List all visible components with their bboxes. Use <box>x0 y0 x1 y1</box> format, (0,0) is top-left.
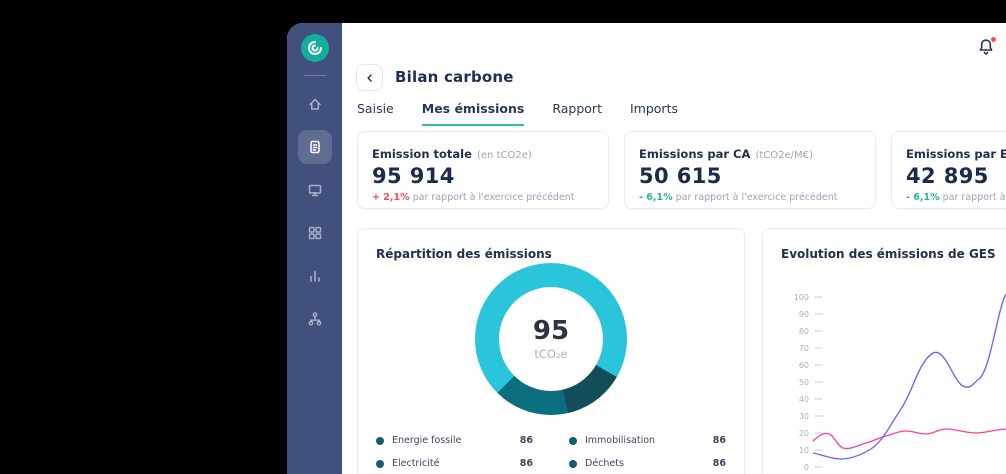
home-icon <box>307 96 323 112</box>
svg-text:10: 10 <box>799 446 809 455</box>
charts-row: Répartition des émissions 95 tCO₂e Energ… <box>357 228 1006 474</box>
legend-item-electricite: Electricité 86 <box>376 458 533 469</box>
apps-grid-icon <box>307 225 323 241</box>
line-series-pink <box>813 429 1006 448</box>
kpi-delta-line: - 6,1% par rapport à l'exercice précéden… <box>906 192 1006 203</box>
legend-value: 86 <box>713 458 726 469</box>
svg-text:40: 40 <box>799 395 809 404</box>
kpi-delta-suffix: par rapport à l'exercice précédent <box>676 192 838 203</box>
y-axis: 100 90 80 70 60 50 40 30 20 10 0 <box>794 293 823 472</box>
kpi-delta-line: - 6,1% par rapport à l'exercice précéden… <box>639 192 861 203</box>
legend-label: Energie fossile <box>392 435 520 446</box>
page-title: Bilan carbone <box>395 68 514 86</box>
line-chart: 100 90 80 70 60 50 40 30 20 10 0 <box>773 281 1006 474</box>
line-panel-title: Evolution des émissions de GES <box>781 247 996 261</box>
legend-value: 86 <box>713 435 726 446</box>
kpi-title: Emission totale <box>372 147 472 161</box>
tab-mes-emissions[interactable]: Mes émissions <box>422 101 525 126</box>
sidebar-divider <box>304 75 326 76</box>
kpi-delta: - 6,1% <box>639 192 673 203</box>
sidebar-item-dashboard[interactable] <box>298 173 332 207</box>
sidebar-item-analytics[interactable] <box>298 259 332 293</box>
tab-rapport[interactable]: Rapport <box>552 101 602 126</box>
chevron-left-icon <box>364 72 376 84</box>
kpi-delta-suffix: par rapport à l'exercice précédent <box>943 192 1006 203</box>
legend-label: Déchets <box>585 458 713 469</box>
sidebar-item-documents[interactable] <box>298 130 332 164</box>
app-window: Bilan carbone Saisie Mes émissions Rappo… <box>287 23 1006 474</box>
kpi-title-line: Emissions par ETP (tCO2e/ETP) <box>906 143 1006 162</box>
legend-value: 86 <box>520 435 533 446</box>
svg-text:0: 0 <box>804 463 809 472</box>
legend-dot-icon <box>376 437 384 445</box>
svg-text:30: 30 <box>799 412 809 421</box>
kpi-card-emissions-par-ca: Emissions par CA (tCO2e/M€) 50 615 - 6,1… <box>624 131 876 209</box>
kpi-card-emission-totale: Emission totale (en tCO2e) 95 914 + 2,1%… <box>357 131 609 209</box>
donut-center: 95 tCO₂e <box>499 287 603 391</box>
kpi-title-line: Emission totale (en tCO2e) <box>372 143 594 162</box>
kpi-delta-suffix: par rapport à l'exercice précédent <box>413 192 575 203</box>
donut-center-unit: tCO₂e <box>534 347 567 361</box>
donut-panel-title: Répartition des émissions <box>376 247 552 261</box>
donut-panel: Répartition des émissions 95 tCO₂e Energ… <box>357 228 745 474</box>
kpi-title-line: Emissions par CA (tCO2e/M€) <box>639 143 861 162</box>
legend-label: Electricité <box>392 458 520 469</box>
kpi-title: Emissions par CA <box>639 147 750 161</box>
legend-dot-icon <box>376 460 384 468</box>
line-chart-panel: Evolution des émissions de GES 100 90 80… <box>762 228 1006 474</box>
kpi-row: Emission totale (en tCO2e) 95 914 + 2,1%… <box>357 131 1006 209</box>
svg-text:20: 20 <box>799 429 809 438</box>
document-icon <box>307 139 323 155</box>
svg-text:100: 100 <box>794 293 809 302</box>
bar-chart-icon <box>307 268 323 284</box>
svg-text:80: 80 <box>799 327 809 336</box>
tab-bar: Saisie Mes émissions Rapport Imports <box>357 101 678 126</box>
notification-bell[interactable] <box>974 36 998 60</box>
kpi-value: 95 914 <box>372 164 594 188</box>
sidebar <box>287 23 342 474</box>
legend-item-energie-fossile: Energie fossile 86 <box>376 435 533 446</box>
app-logo[interactable] <box>301 34 329 62</box>
monitor-icon <box>307 182 323 198</box>
kpi-unit: (en tCO2e) <box>477 150 532 161</box>
logo-swirl-icon <box>301 34 329 62</box>
legend-dot-icon <box>569 460 577 468</box>
legend-label: Immobilisation <box>585 435 713 446</box>
tab-saisie[interactable]: Saisie <box>357 101 394 126</box>
sidebar-item-apps[interactable] <box>298 216 332 250</box>
legend-item-immobilisation: Immobilisation 86 <box>569 435 726 446</box>
svg-text:90: 90 <box>799 310 809 319</box>
donut-chart: 95 tCO₂e <box>475 263 627 415</box>
sidebar-item-organization[interactable] <box>298 302 332 336</box>
svg-text:50: 50 <box>799 378 809 387</box>
donut-legend: Energie fossile 86 Immobilisation 86 Ele… <box>376 435 726 469</box>
kpi-delta-line: + 2,1% par rapport à l'exercice précéden… <box>372 192 594 203</box>
svg-text:60: 60 <box>799 361 809 370</box>
notification-dot <box>990 36 997 43</box>
kpi-unit: (tCO2e/M€) <box>755 150 812 161</box>
legend-value: 86 <box>520 458 533 469</box>
sidebar-nav <box>298 87 332 336</box>
back-button[interactable] <box>356 64 383 91</box>
kpi-value: 42 895 <box>906 164 1006 188</box>
legend-dot-icon <box>569 437 577 445</box>
kpi-card-emissions-par-etp: Emissions par ETP (tCO2e/ETP) 42 895 - 6… <box>891 131 1006 209</box>
main-area: Bilan carbone Saisie Mes émissions Rappo… <box>342 23 1006 474</box>
kpi-title: Emissions par ETP <box>906 147 1006 161</box>
svg-text:70: 70 <box>799 344 809 353</box>
tab-imports[interactable]: Imports <box>630 101 678 126</box>
hierarchy-icon <box>307 311 323 327</box>
kpi-delta: - 6,1% <box>906 192 940 203</box>
kpi-value: 50 615 <box>639 164 861 188</box>
kpi-delta: + 2,1% <box>372 192 410 203</box>
donut-center-value: 95 <box>533 318 569 344</box>
legend-item-dechets: Déchets 86 <box>569 458 726 469</box>
sidebar-item-home[interactable] <box>298 87 332 121</box>
